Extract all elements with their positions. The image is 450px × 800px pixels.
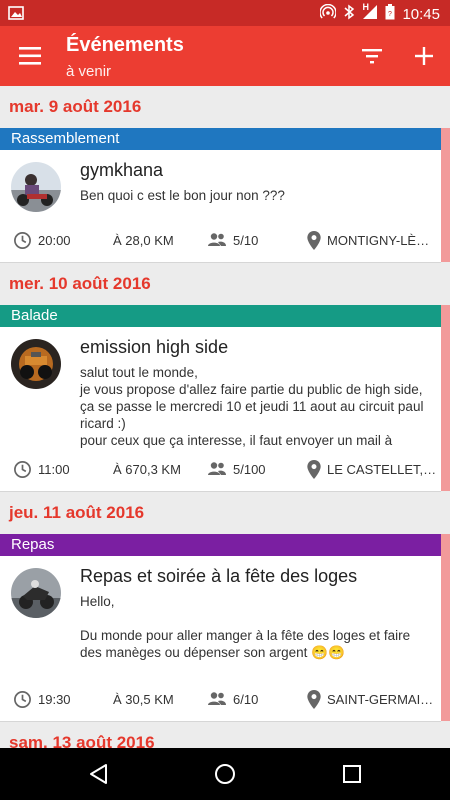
avatar	[11, 162, 61, 212]
network-label: H	[362, 2, 369, 12]
event-list[interactable]: mar. 9 août 2016 Rassemblement gymkhana …	[0, 86, 450, 748]
people-icon	[207, 232, 227, 248]
location-pin-icon	[307, 689, 321, 709]
hotspot-icon	[319, 3, 338, 25]
event-meta: 20:00 À 28,0 KM 5/10 MONTIGNY-LÈS…	[0, 217, 441, 263]
side-strip	[441, 305, 450, 491]
event-title: Repas et soirée à la fête des loges	[80, 566, 358, 586]
event-description: Hello, Du monde pour aller manger à la f…	[80, 594, 411, 660]
event-title: gymkhana	[80, 160, 164, 180]
event-description: salut tout le monde, je vous propose d'a…	[80, 365, 424, 448]
menu-icon[interactable]	[18, 45, 42, 67]
date-header: sam. 13 août 2016	[0, 722, 450, 748]
add-icon[interactable]	[412, 44, 436, 68]
category-bar: Rassemblement	[0, 128, 441, 150]
event-card[interactable]: Repas Repas et soirée à la fête des loge…	[0, 534, 450, 722]
recents-icon[interactable]	[340, 762, 364, 786]
event-location-text: LE CASTELLET,…	[327, 461, 437, 477]
side-strip	[441, 534, 450, 721]
signal-icon: H	[362, 2, 378, 25]
event-meta: 19:30 À 30,5 KM 6/10 SAINT-GERMAI…	[0, 676, 441, 722]
status-bar: H ? 10:45	[0, 0, 450, 26]
event-distance: À 28,0 KM	[113, 232, 174, 248]
home-icon[interactable]	[213, 762, 237, 786]
event-participants: 5/10	[207, 232, 307, 248]
event-participants-text: 5/100	[233, 461, 266, 477]
navigation-bar	[0, 748, 450, 800]
clock-icon	[13, 231, 32, 250]
page-subtitle: à venir	[66, 63, 112, 80]
date-header: mar. 9 août 2016	[0, 86, 450, 128]
svg-text:?: ?	[389, 11, 393, 18]
event-time: 19:30	[13, 690, 113, 709]
event-distance: À 30,5 KM	[113, 691, 174, 707]
event-participants-text: 6/10	[233, 691, 259, 707]
event-participants-text: 5/10	[233, 232, 259, 248]
event-location: LE CASTELLET,…	[307, 459, 441, 479]
event-card[interactable]: Rassemblement gymkhana Ben quoi c est le…	[0, 128, 450, 263]
people-icon	[207, 691, 227, 707]
event-time-text: 11:00	[38, 461, 70, 477]
clock: 10:45	[402, 6, 440, 23]
avatar	[11, 568, 61, 618]
event-location-text: SAINT-GERMAI…	[327, 691, 434, 707]
filter-icon[interactable]	[360, 44, 384, 68]
back-icon[interactable]	[87, 762, 111, 786]
app-bar: Événements à venir	[0, 26, 450, 86]
location-pin-icon	[307, 230, 321, 250]
date-header: jeu. 11 août 2016	[0, 492, 450, 534]
event-time-text: 20:00	[38, 232, 71, 248]
clock-icon	[13, 460, 32, 479]
side-strip	[441, 128, 450, 262]
clock-icon	[13, 690, 32, 709]
category-bar: Repas	[0, 534, 441, 556]
event-location: SAINT-GERMAI…	[307, 689, 441, 709]
avatar	[11, 339, 61, 389]
people-icon	[207, 461, 227, 477]
page-title: Événements	[66, 34, 184, 56]
image-icon	[8, 5, 24, 26]
category-bar: Balade	[0, 305, 441, 327]
event-time: 11:00	[13, 460, 113, 479]
event-distance: À 670,3 KM	[113, 461, 181, 477]
battery-icon: ?	[385, 4, 395, 25]
event-meta: 11:00 À 670,3 KM 5/100 LE CASTELLET,…	[0, 446, 441, 492]
event-time-text: 19:30	[38, 691, 71, 707]
event-time: 20:00	[13, 231, 113, 250]
event-title: emission high side	[80, 337, 229, 357]
event-location: MONTIGNY-LÈS…	[307, 230, 441, 250]
event-card[interactable]: Balade emission high side salut tout le …	[0, 305, 450, 492]
event-participants: 6/10	[207, 691, 307, 707]
location-pin-icon	[307, 459, 321, 479]
event-location-text: MONTIGNY-LÈS…	[327, 232, 437, 248]
date-header: mer. 10 août 2016	[0, 263, 450, 305]
bluetooth-icon	[343, 4, 355, 25]
event-participants: 5/100	[207, 461, 307, 477]
event-description: Ben quoi c est le bon jour non ???	[80, 188, 285, 203]
